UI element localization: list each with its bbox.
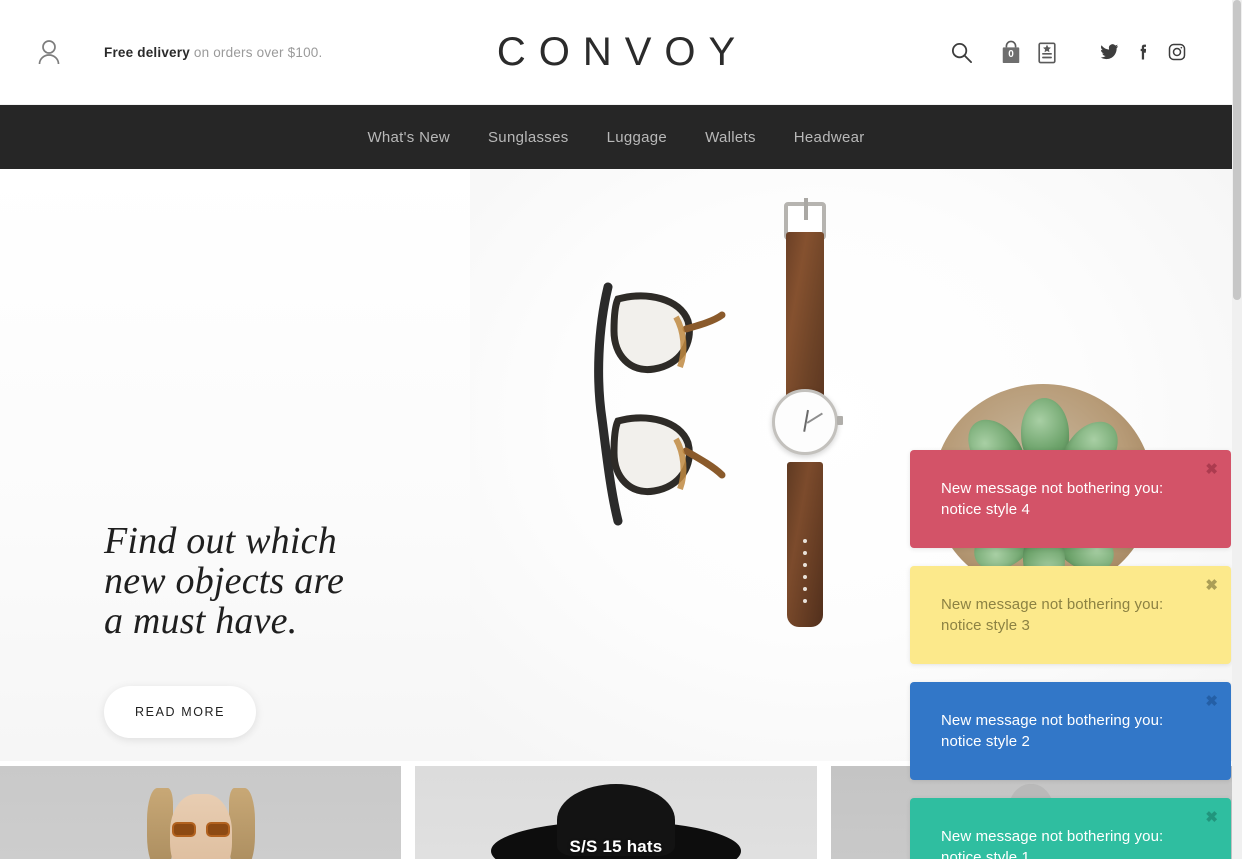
free-delivery-bold: Free delivery (104, 44, 190, 60)
instagram-icon[interactable] (1160, 35, 1194, 69)
notification-stack: New message not bothering you: notice st… (910, 450, 1231, 859)
notice-style-1[interactable]: New message not bothering you: notice st… (910, 798, 1231, 859)
search-icon[interactable] (944, 35, 978, 69)
model-hair-right (228, 788, 255, 859)
nav-item-luggage[interactable]: Luggage (588, 129, 687, 146)
user-account-icon[interactable] (36, 38, 62, 66)
product-tile-hats[interactable]: S/S 15 hats (415, 766, 817, 859)
tile-caption: S/S 15 hats (569, 837, 663, 856)
nav-item-sunglasses[interactable]: Sunglasses (469, 129, 588, 146)
header-right: 0 (944, 35, 1232, 69)
wristwatch-image (770, 194, 843, 627)
hero-copy: Find out which new objects are a must ha… (104, 521, 504, 738)
read-more-button[interactable]: READ MORE (104, 686, 257, 738)
notice-style-4[interactable]: New message not bothering you: notice st… (910, 450, 1231, 548)
close-icon[interactable]: ✖ (1205, 810, 1218, 825)
close-icon[interactable]: ✖ (1205, 694, 1218, 709)
shopping-bag-icon[interactable]: 0 (992, 35, 1030, 69)
hero-headline: Find out which new objects are a must ha… (104, 520, 345, 642)
notice-style-3[interactable]: New message not bothering you: notice st… (910, 566, 1231, 664)
nav-item-wallets[interactable]: Wallets (686, 129, 775, 146)
notice-style-2[interactable]: New message not bothering you: notice st… (910, 682, 1231, 780)
notice-message: New message not bothering you: notice st… (941, 712, 1164, 750)
twitter-icon[interactable] (1092, 35, 1126, 69)
nav-item-headwear[interactable]: Headwear (775, 129, 884, 146)
bag-item-count: 0 (1008, 49, 1014, 60)
facebook-icon[interactable] (1126, 35, 1160, 69)
main-navigation: What's New Sunglasses Luggage Wallets He… (0, 105, 1232, 169)
wishlist-clipboard-icon[interactable] (1030, 35, 1064, 69)
close-icon[interactable]: ✖ (1205, 462, 1218, 477)
site-header: Free delivery on orders over $100. CONVO… (0, 0, 1232, 105)
scrollbar-thumb[interactable] (1233, 0, 1241, 300)
free-delivery-note: Free delivery on orders over $100. (104, 45, 322, 60)
watch-face (772, 389, 838, 455)
free-delivery-rest: on orders over $100. (189, 44, 323, 60)
notice-message: New message not bothering you: notice st… (941, 480, 1164, 518)
page-scrollbar[interactable] (1232, 0, 1242, 859)
watch-hour-hand (806, 412, 823, 424)
product-tile-sunglasses[interactable] (0, 766, 402, 859)
notice-message: New message not bothering you: notice st… (941, 596, 1164, 634)
nav-item-whats-new[interactable]: What's New (348, 129, 469, 146)
header-left: Free delivery on orders over $100. (0, 38, 322, 66)
close-icon[interactable]: ✖ (1205, 578, 1218, 593)
model-hair-left (146, 788, 173, 859)
watch-crown (837, 416, 843, 425)
model-sunglasses (171, 822, 230, 837)
notice-message: New message not bothering you: notice st… (941, 828, 1164, 859)
watch-strap-holes (803, 539, 808, 617)
page-root: Free delivery on orders over $100. CONVO… (0, 0, 1242, 859)
eyeglasses-image (588, 269, 728, 539)
